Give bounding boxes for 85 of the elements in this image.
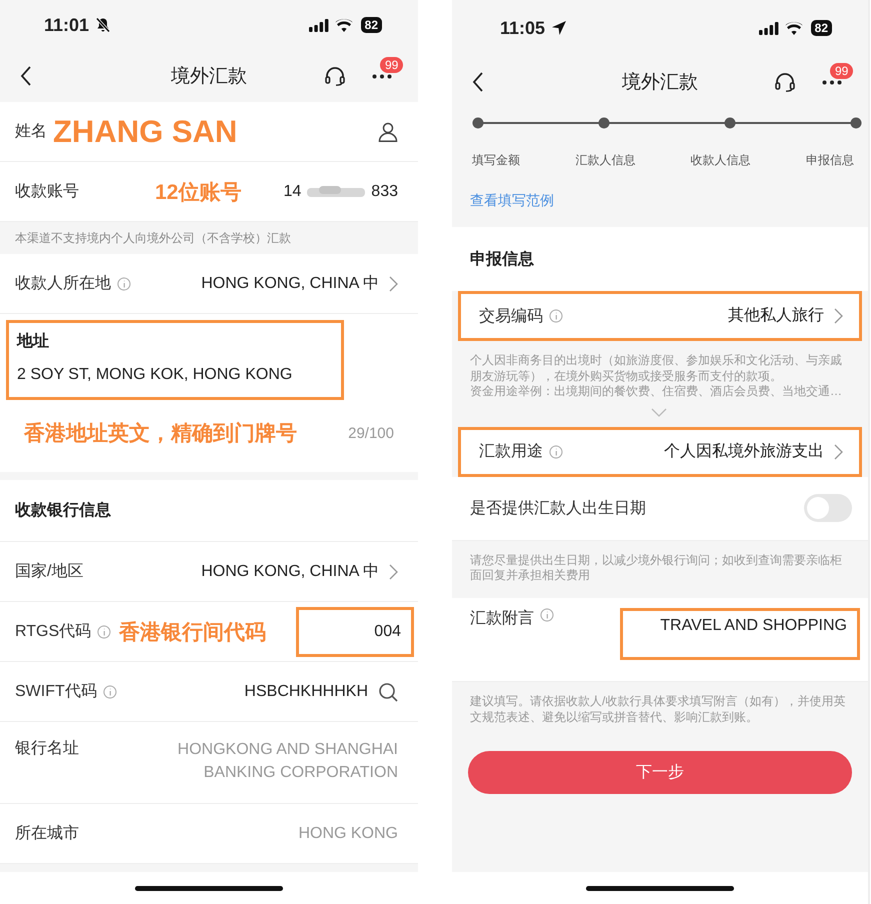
step-label: 填写金额 bbox=[472, 152, 520, 169]
field-value: HSBCHKHHHKH bbox=[244, 682, 368, 702]
info-icon[interactable] bbox=[97, 624, 112, 638]
notification-badge: 99 bbox=[830, 62, 854, 78]
character-counter: 29/100 bbox=[348, 424, 394, 442]
form-row[interactable]: 汇款附言 TRAVEL AND SHOPPING bbox=[452, 598, 868, 682]
field-value: 833 bbox=[371, 182, 398, 202]
more-icon[interactable] bbox=[372, 74, 392, 78]
chevron-right-icon[interactable] bbox=[389, 564, 398, 580]
info-icon[interactable] bbox=[549, 309, 563, 323]
chevron-down-icon[interactable] bbox=[651, 408, 667, 417]
step-label: 申报信息 bbox=[806, 152, 854, 169]
chevron-right-icon[interactable] bbox=[834, 444, 843, 460]
address-field[interactable]: 地址 2 SOY ST, MONG KOK, HONG KONG bbox=[6, 320, 344, 400]
field-value: HONG KONG, CHINA 中 bbox=[201, 562, 379, 582]
section-title: 收款银行信息 bbox=[15, 500, 111, 521]
annotation-text: 香港银行间代码 bbox=[119, 620, 266, 646]
person-icon[interactable] bbox=[378, 122, 398, 142]
field-label: 银行名址 bbox=[15, 738, 79, 759]
form-row[interactable]: 国家/地区 HONG KONG, CHINA 中 bbox=[0, 542, 418, 602]
form-row[interactable]: 收款账号 12位账号 14 833 bbox=[0, 162, 418, 222]
wifi-icon bbox=[784, 22, 803, 34]
info-icon[interactable] bbox=[540, 608, 554, 622]
highlighted-form-row[interactable]: 交易编码 其他私人旅行 bbox=[458, 291, 862, 341]
headset-icon[interactable] bbox=[774, 72, 796, 92]
form-row[interactable]: 银行名址 HONGKONG AND SHANGHAI BANKING CORPORATION bbox=[0, 722, 418, 804]
field-value: 14 bbox=[284, 182, 302, 202]
field-label: 收款账号 bbox=[15, 182, 79, 202]
notice-text: 建议填写。请依据收款人/收款行具体要求填写附言（如有），并使用英文规范表述、避免以缩写或拼音替代、影响汇款到账。 bbox=[470, 694, 846, 726]
chevron-right-icon[interactable] bbox=[389, 276, 398, 292]
highlighted-value-box[interactable]: TRAVEL AND SHOPPING bbox=[620, 608, 860, 660]
battery-indicator: 82 bbox=[810, 20, 832, 36]
field-value: HONGKONG AND SHANGHAI BANKING CORPORATION bbox=[176, 740, 398, 784]
field-label: 国家/地区 bbox=[15, 562, 84, 582]
field-label: 地址 bbox=[17, 332, 50, 352]
next-step-button[interactable]: 下一步 bbox=[468, 751, 852, 794]
notification-badge: 99 bbox=[380, 56, 404, 72]
field-label: 姓名 bbox=[15, 122, 47, 142]
field-value: HONG KONG, CHINA 中 bbox=[201, 274, 379, 294]
toggle-switch[interactable] bbox=[804, 494, 852, 522]
info-icon[interactable] bbox=[549, 444, 563, 459]
step-label: 收款人信息 bbox=[690, 152, 751, 169]
back-icon[interactable] bbox=[20, 66, 32, 86]
more-icon[interactable] bbox=[822, 80, 842, 84]
form-row[interactable]: 所在城市 HONG KONG bbox=[0, 804, 418, 864]
page-title: 境外汇款 bbox=[622, 71, 698, 95]
field-value: 个人因私境外旅游支出 bbox=[664, 442, 824, 462]
field-value: 2 SOY ST, MONG KOK, HONG KONG bbox=[17, 366, 294, 384]
chevron-right-icon[interactable] bbox=[834, 308, 843, 324]
description-text: 个人因非商务目的出境时（如旅游度假、参加娱乐和文化活动、与亲戚朋友游玩等），在境外购买货物或接受服务而支付的款项。 bbox=[470, 353, 843, 384]
form-row[interactable]: RTGS代码 香港银行间代码 004 bbox=[0, 602, 418, 662]
field-label: SWIFT代码 bbox=[15, 682, 97, 702]
step-label: 汇款人信息 bbox=[575, 152, 636, 169]
signal-icon bbox=[308, 18, 329, 32]
field-label: 收款人所在地 bbox=[15, 274, 111, 294]
notice-text: 本渠道不支持境内个人向境外公司（不含学校）汇款 bbox=[15, 230, 291, 246]
highlighted-value-box[interactable]: 004 bbox=[296, 606, 414, 656]
section-title: 申报信息 bbox=[470, 250, 534, 270]
field-label: RTGS代码 bbox=[15, 622, 92, 642]
field-label: 汇款附言 bbox=[470, 608, 534, 629]
field-value: 其他私人旅行 bbox=[728, 306, 824, 326]
form-row[interactable]: SWIFT代码 HSBCHKHHHKH bbox=[0, 662, 418, 722]
field-label: 是否提供汇款人出生日期 bbox=[470, 498, 646, 519]
annotation-text: 12位账号 bbox=[155, 180, 242, 206]
status-time: 11:05 bbox=[500, 18, 546, 38]
signal-icon bbox=[758, 22, 779, 34]
annotation-text: ZHANG SAN bbox=[53, 114, 238, 150]
highlighted-form-row[interactable]: 汇款用途 个人因私境外旅游支出 bbox=[458, 426, 862, 477]
field-label: 汇款用途 bbox=[479, 442, 543, 462]
wifi-icon bbox=[334, 18, 353, 32]
page-title: 境外汇款 bbox=[171, 65, 247, 89]
back-icon[interactable] bbox=[472, 72, 484, 92]
form-row[interactable]: 收款人所在地 HONG KONG, CHINA 中 bbox=[0, 254, 418, 314]
search-icon[interactable] bbox=[378, 682, 398, 702]
info-icon[interactable] bbox=[102, 684, 117, 698]
field-label: 所在城市 bbox=[15, 824, 79, 844]
field-label: 交易编码 bbox=[479, 306, 543, 326]
headset-icon[interactable] bbox=[324, 66, 346, 86]
status-time: 11:01 bbox=[44, 14, 90, 36]
field-value: HONG KONG bbox=[298, 824, 398, 844]
notice-text: 请您尽量提供出生日期，以减少境外银行询问；如收到查询需要亲临柜面回复并承担相关费用 bbox=[470, 552, 843, 584]
annotation-text: 香港地址英文，精确到门牌号 bbox=[24, 420, 298, 447]
description-text: 资金用途举例：出境期间的餐饮费、住宿费、酒店会员费、当地交通… bbox=[470, 384, 843, 400]
info-icon[interactable] bbox=[117, 276, 131, 290]
battery-indicator: 82 bbox=[360, 17, 382, 33]
